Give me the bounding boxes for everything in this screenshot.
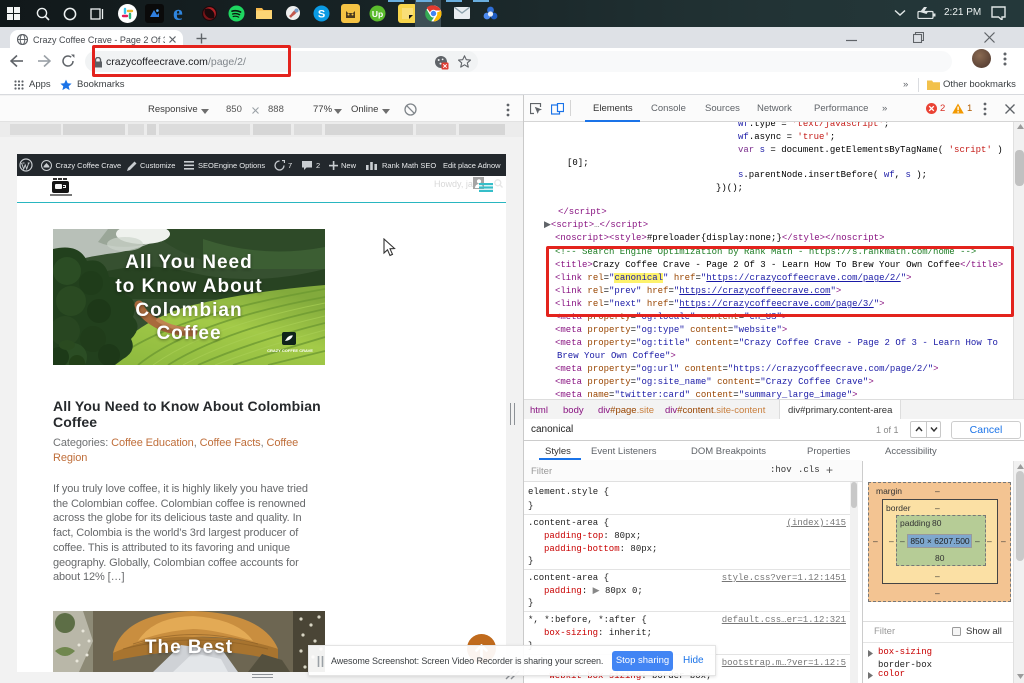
svg-text:S: S xyxy=(318,9,325,21)
svg-text:CRAZY COFFEE CRAVE: CRAZY COFFEE CRAVE xyxy=(267,348,313,353)
svg-text:Up: Up xyxy=(372,9,383,19)
